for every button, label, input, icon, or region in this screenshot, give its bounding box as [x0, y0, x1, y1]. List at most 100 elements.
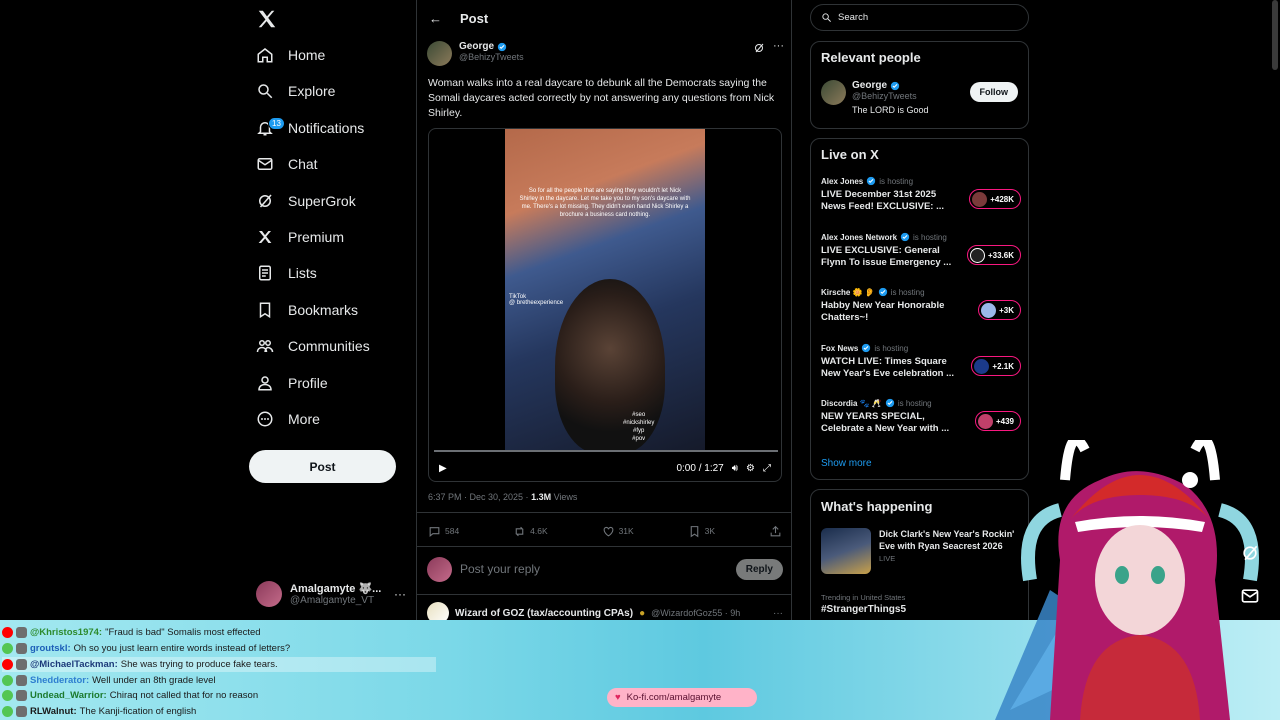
author-name[interactable]: George: [459, 41, 494, 52]
grok-icon[interactable]: [753, 42, 765, 54]
live-on-x-card: Live on X Alex Jones is hosting LIVE Dece…: [810, 138, 1029, 480]
nav-bookmarks[interactable]: Bookmarks: [256, 295, 358, 325]
nav-supergrok[interactable]: SuperGrok: [256, 186, 356, 216]
chat-message: @Khristos1974: "Fraud is bad" Somalis mo…: [2, 625, 261, 640]
like-action[interactable]: 31K: [602, 525, 634, 538]
chat-username: @MichaelTackman:: [30, 659, 118, 670]
account-switcher[interactable]: Amalgamyte 🐺... @Amalgamyte_VT ···: [256, 578, 406, 610]
avatar: [256, 581, 282, 607]
reply-author-name[interactable]: Wizard of GOZ (tax/accounting CPAs): [455, 608, 633, 619]
reply-input[interactable]: Post your reply: [460, 562, 728, 576]
bookmark-action[interactable]: 3K: [688, 525, 715, 538]
avatar: [427, 556, 452, 582]
chat-text: Chiraq not called that for no reason: [109, 690, 259, 701]
badge-icon: [16, 627, 27, 638]
video-player[interactable]: So for all the people that are saying th…: [428, 128, 782, 482]
repost-action[interactable]: 4.6K: [513, 525, 548, 538]
avatar: [969, 247, 985, 263]
chat-text: The Kanji-fication of english: [79, 706, 197, 717]
volume-icon[interactable]: 🔊︎: [732, 463, 738, 474]
trend-name[interactable]: #StrangerThings5: [821, 604, 906, 615]
live-item[interactable]: Fox News is hosting WATCH LIVE: Times Squ…: [821, 343, 1021, 380]
person-name[interactable]: George: [852, 80, 887, 91]
divider: [417, 546, 791, 547]
nav-premium[interactable]: Premium: [256, 222, 344, 252]
post-button[interactable]: Post: [249, 450, 396, 483]
grok-icon[interactable]: [1237, 540, 1263, 566]
reply-button[interactable]: Reply: [735, 558, 783, 580]
more-circle-icon: [257, 411, 273, 427]
back-arrow-icon[interactable]: ←: [429, 11, 442, 26]
hashtag: #nickshirley: [623, 420, 655, 426]
avatar: [974, 358, 990, 374]
live-item[interactable]: Alex Jones Network is hosting LIVE EXCLUS…: [821, 232, 1021, 269]
tweet-author[interactable]: George @BehizyTweets: [427, 41, 524, 66]
mail-icon[interactable]: [1237, 583, 1263, 609]
left-nav: Home Explore 13 Notifications Chat Super…: [248, 0, 416, 620]
tweet-timestamp: 6:37 PM · Dec 30, 2025 · 1.3M Views: [428, 492, 577, 502]
views-label: Views: [551, 492, 578, 502]
live-host-name: Fox News: [821, 343, 859, 353]
fullscreen-icon[interactable]: ⤢: [763, 463, 771, 474]
youtube-icon: [2, 627, 13, 638]
divider: [417, 512, 791, 513]
post-header: ← Post: [417, 0, 791, 36]
mail-icon: [257, 158, 273, 170]
search-input[interactable]: Search: [838, 12, 868, 23]
avatar: [977, 413, 993, 429]
nav-label: More: [288, 411, 320, 427]
live-listener-pill[interactable]: +33.6K: [966, 245, 1021, 265]
more-dots-icon[interactable]: ···: [773, 40, 784, 52]
video-frame[interactable]: So for all the people that are saying th…: [505, 129, 705, 451]
nav-notifications[interactable]: 13 Notifications: [256, 113, 364, 143]
verified-icon: [900, 232, 910, 242]
nav-profile[interactable]: Profile: [256, 368, 328, 398]
chat-message: Undead_Warrior: Chiraq not called that f…: [2, 688, 258, 703]
verified-icon: [867, 176, 876, 186]
home-icon: [257, 48, 273, 63]
video-time: 0:00 / 1:27: [676, 462, 724, 474]
person-bio: The LORD is Good: [852, 105, 929, 115]
nav-chat[interactable]: Chat: [256, 149, 318, 179]
more-dots-icon[interactable]: ···: [773, 608, 783, 619]
live-listener-pill[interactable]: +428K: [969, 189, 1021, 209]
video-progress-bar[interactable]: [434, 450, 778, 452]
nav-label: Home: [288, 47, 326, 63]
live-item[interactable]: Kirsche 🌼 👂 is hosting Habby New Year Hon…: [821, 287, 1021, 324]
nav-home[interactable]: Home: [256, 40, 325, 70]
divider: [417, 594, 791, 595]
tiktok-watermark: TikTok @ bretheexperience: [509, 294, 563, 306]
chat-message: RLWalnut: The Kanji-fication of english: [2, 704, 196, 719]
trend-context: Trending in United States: [821, 593, 906, 602]
badge-icon: [16, 706, 27, 717]
scrollbar[interactable]: [1272, 0, 1278, 70]
live-item[interactable]: Discordia 🐾 🥂 is hosting NEW YEARS SPECIA…: [821, 398, 1021, 435]
video-controls: ▶ 0:00 / 1:27 🔊︎ ⚙ ⤢: [429, 457, 781, 479]
chat-text: "Fraud is bad" Somalis most effected: [105, 627, 261, 638]
nav-lists[interactable]: Lists: [256, 258, 317, 288]
verified-gold-icon: ●: [639, 607, 646, 619]
show-more-link[interactable]: Show more: [821, 458, 872, 469]
relevant-person[interactable]: George @BehizyTweets The LORD is Good: [821, 80, 929, 115]
live-listener-pill[interactable]: +439: [974, 411, 1021, 431]
live-item[interactable]: Alex Jones is hosting LIVE December 31st …: [821, 176, 1021, 213]
verified-icon: [885, 398, 894, 408]
youtube-icon: [2, 659, 13, 670]
avatar: [972, 191, 988, 207]
search-bar[interactable]: Search: [810, 4, 1029, 31]
nav-communities[interactable]: Communities: [256, 331, 370, 361]
nav-more[interactable]: More: [256, 404, 320, 434]
nav-explore[interactable]: Explore: [256, 76, 335, 106]
more-dots-icon[interactable]: ···: [394, 587, 406, 601]
live-listener-pill[interactable]: +2.1K: [971, 356, 1021, 376]
nav-label: Lists: [288, 265, 317, 281]
share-action[interactable]: [769, 525, 782, 538]
like-count: 31K: [618, 526, 634, 536]
follow-button[interactable]: Follow: [969, 82, 1018, 102]
x-logo-icon[interactable]: [256, 8, 278, 30]
live-listener-pill[interactable]: +3K: [978, 300, 1021, 320]
play-icon[interactable]: ▶: [439, 463, 447, 474]
reply-action[interactable]: 584: [428, 525, 459, 538]
listener-count: +2.1K: [992, 361, 1014, 371]
settings-gear-icon[interactable]: ⚙: [746, 463, 755, 474]
